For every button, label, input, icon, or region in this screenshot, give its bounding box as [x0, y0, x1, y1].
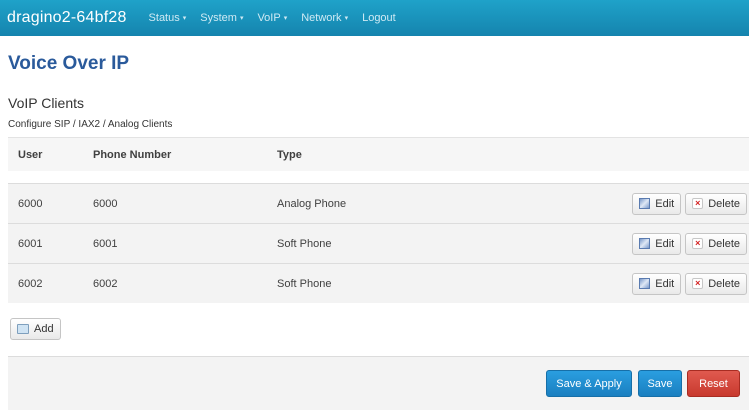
- table-header: User Phone Number Type: [8, 137, 749, 171]
- page-title: Voice Over IP: [8, 53, 130, 74]
- edit-label: Edit: [655, 197, 675, 210]
- delete-label: Delete: [708, 277, 740, 290]
- cell-user: 6001: [18, 237, 43, 250]
- chevron-down-icon: ▾: [239, 15, 244, 22]
- column-header-phone-number: Phone Number: [93, 148, 172, 161]
- delete-label: Delete: [708, 197, 740, 210]
- save-and-apply-button[interactable]: Save & Apply: [546, 370, 632, 397]
- nav-logout-label: Logout: [362, 12, 396, 24]
- save-button[interactable]: Save: [638, 370, 682, 397]
- edit-button[interactable]: Edit: [632, 272, 682, 295]
- nav-status[interactable]: Status ▾: [149, 12, 187, 24]
- delete-button[interactable]: × Delete: [685, 232, 747, 255]
- edit-icon: [639, 238, 651, 249]
- edit-label: Edit: [655, 277, 675, 290]
- edit-button[interactable]: Edit: [632, 192, 682, 215]
- brand-hostname[interactable]: dragino2-64bf28: [7, 9, 127, 27]
- nav-network-label: Network: [301, 12, 342, 24]
- nav-network[interactable]: Network ▾: [301, 12, 348, 24]
- column-header-type: Type: [277, 148, 302, 161]
- edit-icon: [639, 198, 651, 209]
- cell-type: Analog Phone: [277, 197, 347, 210]
- delete-icon: ×: [692, 198, 704, 209]
- edit-button[interactable]: Edit: [632, 232, 682, 255]
- reset-button[interactable]: Reset: [687, 370, 740, 397]
- nav-status-label: Status: [148, 12, 180, 24]
- add-icon: [17, 324, 29, 334]
- voip-clients-table: User Phone Number Type 6000 6000 Analog …: [8, 137, 749, 303]
- section-title: VoIP Clients: [8, 95, 85, 111]
- cell-user: 6002: [18, 277, 43, 290]
- nav-voip-label: VoIP: [257, 12, 281, 24]
- delete-icon: ×: [692, 278, 704, 289]
- nav-logout[interactable]: Logout: [362, 12, 396, 24]
- table-row: 6000 6000 Analog Phone Edit × Delete: [8, 183, 749, 223]
- nav-voip[interactable]: VoIP ▾: [257, 12, 287, 24]
- chevron-down-icon: ▾: [344, 15, 349, 22]
- edit-icon: [639, 278, 651, 289]
- chevron-down-icon: ▾: [283, 15, 288, 22]
- nav-system-label: System: [200, 12, 237, 24]
- table-spacer: [8, 171, 749, 183]
- add-label: Add: [34, 323, 54, 335]
- cell-type: Soft Phone: [277, 237, 332, 250]
- nav-system[interactable]: System ▾: [200, 12, 243, 24]
- chevron-down-icon: ▾: [182, 15, 187, 22]
- add-button[interactable]: Add: [10, 318, 61, 340]
- row-actions: Edit × Delete: [605, 232, 749, 255]
- top-navbar: dragino2-64bf28 Status ▾ System ▾ VoIP ▾…: [0, 0, 749, 36]
- column-header-user: User: [18, 148, 43, 161]
- cell-type: Soft Phone: [277, 277, 332, 290]
- cell-phone-number: 6001: [93, 237, 118, 250]
- delete-label: Delete: [708, 237, 740, 250]
- row-actions: Edit × Delete: [605, 272, 749, 295]
- cell-phone-number: 6002: [93, 277, 118, 290]
- table-row: 6001 6001 Soft Phone Edit × Delete: [8, 223, 749, 263]
- edit-label: Edit: [655, 237, 675, 250]
- table-row: 6002 6002 Soft Phone Edit × Delete: [8, 263, 749, 303]
- main-nav: Status ▾ System ▾ VoIP ▾ Network ▾ Logou…: [149, 12, 410, 24]
- cell-user: 6000: [18, 197, 43, 210]
- delete-button[interactable]: × Delete: [685, 192, 747, 215]
- delete-button[interactable]: × Delete: [685, 272, 747, 295]
- section-description: Configure SIP / IAX2 / Analog Clients: [8, 119, 173, 130]
- row-actions: Edit × Delete: [605, 192, 749, 215]
- delete-icon: ×: [692, 238, 704, 249]
- cell-phone-number: 6000: [93, 197, 118, 210]
